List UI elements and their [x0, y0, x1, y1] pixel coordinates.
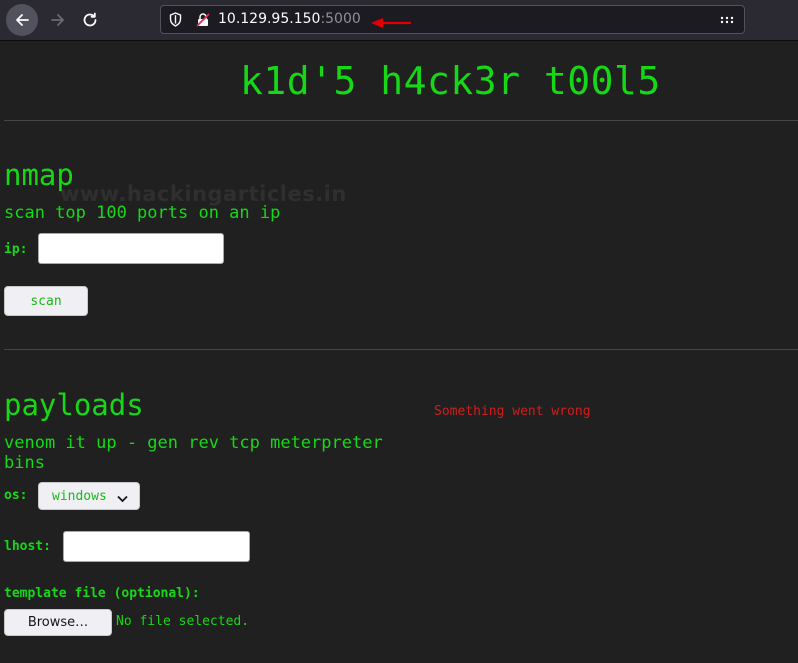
divider	[4, 349, 798, 350]
scan-button[interactable]: scan	[4, 286, 88, 316]
ip-input[interactable]	[38, 233, 224, 264]
os-select[interactable]: windows	[38, 482, 140, 510]
error-message: Something went wrong	[434, 404, 591, 419]
red-arrow-icon	[371, 14, 413, 33]
payloads-heading: payloads	[4, 388, 144, 422]
back-arrow-icon	[16, 14, 29, 26]
url-host: 10.129.95.150	[218, 11, 321, 27]
nmap-heading: nmap	[4, 158, 74, 192]
payloads-description-line-2: bins	[4, 453, 45, 473]
template-file-label: template file (optional):	[4, 586, 200, 601]
more-options-icon[interactable]	[718, 11, 736, 33]
payloads-description-line-1: venom it up - gen rev tcp meterpreter	[4, 433, 383, 453]
url-bar[interactable]: 10.129.95.150:5000	[160, 5, 745, 34]
shield-icon[interactable]	[169, 12, 182, 31]
nmap-description: scan top 100 ports on an ip	[4, 203, 281, 223]
forward-arrow-icon	[51, 14, 64, 26]
lhost-label: lhost:	[4, 539, 51, 554]
os-selected-value: windows	[52, 488, 107, 504]
url-text[interactable]: 10.129.95.150:5000	[218, 11, 361, 27]
lhost-input[interactable]	[63, 531, 250, 562]
file-status: No file selected.	[116, 614, 250, 629]
insecure-lock-icon[interactable]	[195, 12, 211, 32]
browser-toolbar: 10.129.95.150:5000	[0, 0, 798, 41]
page-content: k1d'5 h4ck3r t00l5 www.hackingarticles.i…	[0, 41, 798, 663]
reload-icon	[83, 12, 97, 27]
reload-button[interactable]	[74, 4, 106, 36]
chevron-down-icon	[117, 492, 128, 507]
ip-label: ip:	[4, 242, 28, 257]
divider	[4, 120, 798, 121]
forward-button[interactable]	[42, 4, 74, 36]
browse-button[interactable]: Browse…	[4, 609, 112, 636]
url-port: :5000	[320, 11, 361, 27]
site-title: k1d'5 h4ck3r t00l5	[240, 59, 661, 103]
os-label: os:	[4, 488, 28, 503]
back-button[interactable]	[6, 4, 38, 36]
